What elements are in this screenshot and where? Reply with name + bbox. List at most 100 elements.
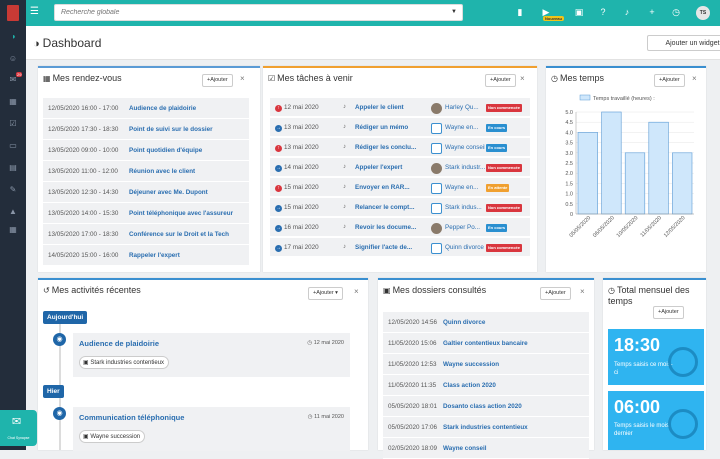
dashboard-icon[interactable]: ◑ — [7, 31, 19, 43]
activity-card[interactable]: Communication téléphonique ◷ 11 mai 2020 ▣… — [73, 407, 350, 451]
add-widget-button[interactable]: Ajouter un widget — [647, 35, 720, 51]
page-header: ◑ Dashboard Ajouter un widget — [26, 26, 720, 60]
add-button[interactable]: +Ajouter — [653, 306, 684, 319]
widget-title-text: Mes tâches à venir — [277, 73, 353, 83]
list-item[interactable]: 12/05/2020 14:56 Quinn divorce — [383, 312, 589, 333]
list-item[interactable]: 11/05/2020 12:53 Wayne succession — [383, 354, 589, 375]
folder-link[interactable]: Quinn divorce — [443, 312, 485, 333]
close-icon[interactable]: × — [240, 74, 245, 83]
stats-icon[interactable]: ▲ — [7, 206, 19, 218]
folder-link[interactable]: Class action 2020 — [443, 375, 496, 396]
task-link[interactable]: Appeler l'expert — [355, 158, 417, 177]
contact-link[interactable]: Wayne conseil — [445, 138, 485, 157]
activity-tag[interactable]: ▣ Stark industries contentieux — [79, 356, 170, 369]
menu-icon[interactable]: ☰ — [30, 7, 40, 17]
activity-card[interactable]: Audience de plaidoirie ◷ 12 mai 2020 ▣ Sta… — [73, 333, 350, 377]
list-item[interactable]: 14/05/2020 15:00 - 16:00 Rappeler l'exper… — [43, 245, 249, 266]
chevron-down-icon[interactable]: ▼ — [451, 9, 457, 15]
edit-icon[interactable]: ✎ — [7, 184, 19, 196]
tasks-icon[interactable]: ☑ — [7, 118, 19, 130]
billing-icon[interactable]: ▤ — [7, 162, 19, 174]
add-icon[interactable]: + — [646, 7, 658, 17]
list-item[interactable]: 12/05/2020 16:00 - 17:00 Audience de plai… — [43, 98, 249, 119]
add-button[interactable]: +Ajouter — [202, 74, 233, 87]
add-button[interactable]: +Ajouter — [540, 287, 571, 300]
search-input[interactable] — [55, 5, 435, 20]
folder-link[interactable]: Galtier contentieux bancaire — [443, 333, 528, 354]
folder-link[interactable]: Wayne succession — [443, 354, 499, 375]
contact-link[interactable]: Wayne en... — [445, 118, 485, 137]
contact-link[interactable]: Quinn divorce — [445, 238, 485, 257]
list-item[interactable]: 02/05/2020 18:09 Wayne conseil — [383, 438, 589, 459]
task-row[interactable]: → 13 mai 2020 ♪ Rédiger un mémo Wayne en... E… — [270, 118, 530, 137]
clock-icon[interactable]: ◷ — [670, 7, 682, 17]
contact-link[interactable]: Stark indus... — [445, 198, 485, 217]
task-link[interactable]: Rédiger un mémo — [355, 118, 417, 137]
activity-title[interactable]: Audience de plaidoirie — [79, 339, 159, 348]
list-item[interactable]: 05/05/2020 17:06 Stark industries content… — [383, 417, 589, 438]
app-logo[interactable] — [0, 0, 26, 26]
contacts-icon[interactable]: ☺ — [7, 53, 19, 65]
add-label: Ajouter — [493, 77, 511, 83]
appointment-link[interactable]: Conférence sur le Droit et la Tech — [129, 224, 229, 245]
close-icon[interactable]: × — [354, 287, 359, 296]
list-item[interactable]: 13/05/2020 12:30 - 14:30 Déjeuner avec Me… — [43, 182, 249, 203]
list-item[interactable]: 13/05/2020 17:00 - 18:30 Conférence sur l… — [43, 224, 249, 245]
activity-tag[interactable]: ▣ Wayne succession — [79, 430, 146, 443]
appointment-link[interactable]: Réunion avec le client — [129, 161, 195, 182]
activity-title[interactable]: Communication téléphonique — [79, 413, 184, 422]
folder-link[interactable]: Dosanto class action 2020 — [443, 396, 522, 417]
y-tick-label: 0 — [570, 212, 573, 218]
list-item[interactable]: 05/05/2020 18:01 Dosanto class action 202… — [383, 396, 589, 417]
timer-icon[interactable]: ▮ — [514, 7, 526, 17]
contact-link[interactable]: Wayne en... — [445, 178, 485, 197]
list-item[interactable]: 13/05/2020 11:00 - 12:00 Réunion avec le … — [43, 161, 249, 182]
bell-icon[interactable]: ♪ — [621, 7, 633, 17]
task-link[interactable]: Relancer le compt... — [355, 198, 417, 217]
global-search[interactable]: ▼ — [54, 4, 463, 21]
help-icon[interactable]: ? — [597, 7, 609, 17]
list-item[interactable]: 13/05/2020 09:00 - 10:00 Point quotidien … — [43, 140, 249, 161]
close-icon[interactable]: × — [580, 287, 585, 296]
calendar-icon[interactable]: ▦ — [7, 96, 19, 108]
chat-button[interactable]: ✉ Chat Synapse — [0, 410, 37, 446]
add-button[interactable]: +Ajouter — [654, 74, 685, 87]
task-row[interactable]: ↑ 13 mai 2020 ♪ Rédiger les conclu... Wayne … — [270, 138, 530, 157]
task-row[interactable]: ↑ 12 mai 2020 ♪ Appeler le client Harley Qu.… — [270, 98, 530, 117]
add-button[interactable]: +Ajouter — [485, 74, 516, 87]
task-row[interactable]: → 17 mai 2020 ♪ Signifier l'acte de... Quinn… — [270, 238, 530, 257]
appointment-link[interactable]: Point téléphonique avec l'assureur — [129, 203, 233, 224]
grid-icon[interactable]: ▦ — [7, 224, 19, 236]
close-icon[interactable]: × — [692, 74, 697, 83]
list-item[interactable]: 13/05/2020 14:00 - 15:30 Point téléphoniq… — [43, 203, 249, 224]
task-row[interactable]: → 14 mai 2020 ♪ Appeler l'expert Stark indus… — [270, 158, 530, 177]
contact-link[interactable]: Pepper Po... — [445, 218, 485, 237]
folder-icon[interactable]: ▭ — [7, 140, 19, 152]
folder-link[interactable]: Stark industries contentieux — [443, 417, 528, 438]
task-row[interactable]: → 16 mai 2020 ♪ Revoir les docume... Pepper … — [270, 218, 530, 237]
list-item[interactable]: 12/05/2020 17:30 - 18:30 Point de suivi s… — [43, 119, 249, 140]
folder-link[interactable]: Wayne conseil — [443, 438, 487, 459]
task-row[interactable]: → 15 mai 2020 ♪ Relancer le compt... Stark i… — [270, 198, 530, 217]
appointment-link[interactable]: Déjeuner avec Me. Dupont — [129, 182, 208, 203]
contact-link[interactable]: Stark industr... — [445, 158, 485, 177]
task-link[interactable]: Signifier l'acte de... — [355, 238, 417, 257]
close-icon[interactable]: × — [520, 74, 525, 83]
add-button[interactable]: +Ajouter ▾ — [308, 287, 343, 300]
task-row[interactable]: ↑ 15 mai 2020 ♪ Envoyer en RAR... Wayne en..… — [270, 178, 530, 197]
appointment-link[interactable]: Point quotidien d'équipe — [129, 140, 202, 161]
task-link[interactable]: Rédiger les conclu... — [355, 138, 417, 157]
chat-label: Chat Synapse — [7, 436, 30, 440]
appointment-link[interactable]: Point de suivi sur le dossier — [129, 119, 213, 140]
y-tick-label: 2.0 — [565, 171, 573, 177]
task-link[interactable]: Appeler le client — [355, 98, 417, 117]
task-link[interactable]: Revoir les docume... — [355, 218, 417, 237]
appointment-link[interactable]: Rappeler l'expert — [129, 245, 180, 266]
appointment-link[interactable]: Audience de plaidoirie — [129, 98, 196, 119]
user-avatar[interactable]: TS — [696, 6, 710, 20]
list-item[interactable]: 11/05/2020 11:35 Class action 2020 — [383, 375, 589, 396]
task-link[interactable]: Envoyer en RAR... — [355, 178, 417, 197]
list-item[interactable]: 11/05/2020 15:06 Galtier contentieux banc… — [383, 333, 589, 354]
contact-link[interactable]: Harley Qu... — [445, 98, 485, 117]
gift-icon[interactable]: ▣ — [573, 7, 585, 17]
